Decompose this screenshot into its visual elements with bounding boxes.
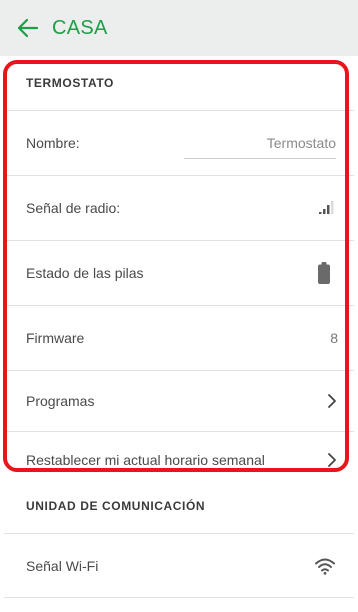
- thermostat-panel: TERMOSTATO Nombre: Termostato Señal de r…: [4, 56, 354, 488]
- thermostat-section-header: TERMOSTATO: [4, 56, 354, 111]
- page-title: CASA: [52, 17, 108, 39]
- chevron-right-icon: [322, 391, 342, 411]
- programs-label: Programas: [26, 393, 95, 409]
- firmware-value: 8: [330, 330, 338, 346]
- wifi-signal-row: Señal Wi-Fi: [4, 534, 354, 598]
- wifi-signal-label: Señal Wi-Fi: [26, 557, 99, 574]
- name-label: Nombre:: [26, 135, 80, 151]
- signal-bars-icon: [318, 201, 334, 215]
- reset-schedule-label: Restablecer mi actual horario semanal: [26, 452, 265, 468]
- name-row: Nombre: Termostato: [4, 111, 354, 176]
- wifi-icon: [314, 557, 336, 575]
- arrow-left-icon: [17, 18, 39, 38]
- radio-signal-label: Señal de radio:: [26, 200, 121, 216]
- name-field[interactable]: Termostato: [184, 128, 336, 159]
- chevron-right-icon: [322, 450, 342, 470]
- programs-row[interactable]: Programas: [4, 371, 354, 432]
- firmware-label: Firmware: [26, 330, 85, 346]
- battery-row: Estado de las pilas: [4, 241, 354, 306]
- top-app-bar: CASA: [0, 0, 358, 56]
- radio-signal-row: Señal de radio:: [4, 176, 354, 241]
- firmware-row: Firmware 8: [4, 306, 354, 371]
- battery-icon: [318, 262, 330, 284]
- battery-label: Estado de las pilas: [26, 265, 144, 281]
- communication-section-header: UNIDAD DE COMUNICACIÓN: [4, 478, 354, 534]
- back-button[interactable]: [14, 14, 42, 42]
